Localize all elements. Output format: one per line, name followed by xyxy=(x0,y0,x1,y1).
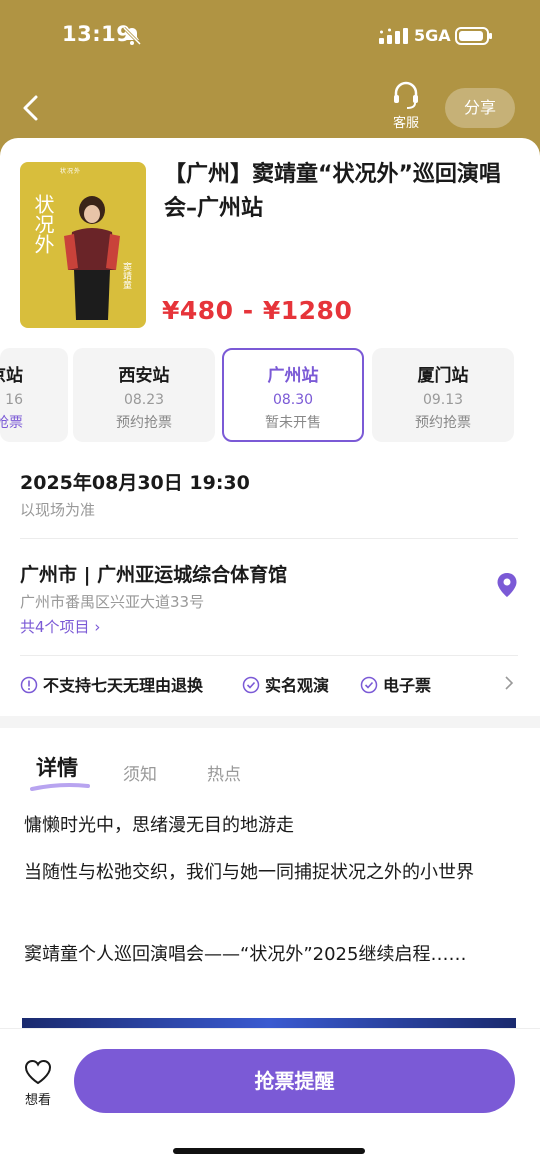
policy-label: 实名观演 xyxy=(265,676,330,695)
heart-outline-icon xyxy=(24,1059,52,1085)
check-circle-icon xyxy=(242,676,260,694)
share-button[interactable]: 分享 xyxy=(445,88,515,128)
divider xyxy=(20,538,518,539)
headset-icon xyxy=(394,81,418,109)
policy-label: 不支持七天无理由退换 xyxy=(43,676,204,695)
tab-hot[interactable]: 热点 xyxy=(207,760,241,785)
check-circle-icon xyxy=(360,676,378,694)
policy-label: 电子票 xyxy=(383,676,432,695)
station-status: 预约抢票 xyxy=(116,415,172,431)
station-item-selected[interactable]: 广州站 08.30 暂未开售 xyxy=(222,348,364,442)
customer-service-label: 客服 xyxy=(392,116,419,131)
station-item[interactable]: 京站 16 抢票 xyxy=(0,348,68,442)
poster-figure xyxy=(64,196,120,320)
station-date: 09.13 xyxy=(422,392,464,408)
home-indicator xyxy=(173,1148,365,1154)
policy-no-return: 不支持七天无理由退换 xyxy=(20,672,203,696)
detail-tabs: 详情 须知 热点 xyxy=(0,738,540,798)
status-time: 13:19 xyxy=(62,22,132,46)
station-selector: 京站 16 抢票 西安站 08.23 预约抢票 广州站 08.30 暂未开售 厦… xyxy=(0,348,540,442)
nav-bar: 客服 分享 xyxy=(0,78,540,138)
signal-icon xyxy=(379,28,408,44)
station-date: 16 xyxy=(5,392,23,408)
station-name: 厦门站 xyxy=(417,366,469,386)
event-datetime: 2025年08月30日 19:30 xyxy=(20,472,250,494)
station-name: 京站 xyxy=(0,366,23,386)
ticket-reminder-button[interactable]: 抢票提醒 xyxy=(74,1049,515,1113)
policy-row[interactable]: 不支持七天无理由退换 实名观演 电子票 xyxy=(20,672,520,698)
venue-projects-link[interactable]: 共4个项目 › xyxy=(20,616,100,637)
chevron-right-icon xyxy=(505,676,514,690)
bell-slash-icon xyxy=(122,26,142,46)
wish-label: 想看 xyxy=(24,1093,51,1108)
price-range: ¥480 - ¥1280 xyxy=(162,296,353,325)
tab-details[interactable]: 详情 xyxy=(36,752,78,782)
battery-icon xyxy=(455,27,492,45)
poster-artist: 窦靖童 xyxy=(121,262,131,289)
chevron-left-icon[interactable] xyxy=(20,94,42,122)
station-date: 08.30 xyxy=(272,392,314,408)
event-poster[interactable]: 状况外 状况外 窦靖童 xyxy=(20,162,146,328)
station-status: 暂未开售 xyxy=(265,415,321,431)
description-paragraph: 当随性与松弛交织，我们与她一同捕捉状况之外的小世界 xyxy=(24,862,474,883)
info-circle-icon xyxy=(20,676,38,694)
section-gap xyxy=(0,716,540,728)
bottom-action-bar: 想看 抢票提醒 xyxy=(0,1028,540,1165)
station-status: 抢票 xyxy=(0,415,23,431)
venue-name: 广州市 | 广州亚运城综合体育馆 xyxy=(20,564,288,586)
venue-projects-label: 共4个项目 xyxy=(20,618,90,636)
status-bar: 13:19 5GA xyxy=(0,0,540,70)
station-item[interactable]: 西安站 08.23 预约抢票 xyxy=(73,348,215,442)
policy-e-ticket: 电子票 xyxy=(360,672,431,696)
station-date: 08.23 xyxy=(123,392,165,408)
event-title: 【广州】窦靖童“状况外”巡回演唱会–广州站 xyxy=(164,162,501,221)
network-type: 5GA xyxy=(414,26,451,45)
event-card: 状况外 状况外 窦靖童 【广州】窦靖童“状况外”巡回演唱会–广州站 ¥480 -… xyxy=(0,138,540,1165)
location-pin-icon[interactable] xyxy=(496,572,518,598)
policy-real-name: 实名观演 xyxy=(242,672,329,696)
tab-active-indicator xyxy=(30,783,90,791)
tab-notice[interactable]: 须知 xyxy=(123,760,157,785)
poster-title: 状况外 xyxy=(31,194,55,254)
station-status: 预约抢票 xyxy=(415,415,471,431)
wish-button[interactable]: 想看 xyxy=(20,1059,56,1108)
poster-top-text: 状况外 xyxy=(60,168,82,175)
description-paragraph: 窦靖童个人巡回演唱会——“状况外”2025继续启程…… xyxy=(24,944,467,965)
description-paragraph: 慵懒时光中，思绪漫无目的地游走 xyxy=(24,815,294,836)
divider xyxy=(20,655,518,656)
station-name: 广州站 xyxy=(267,366,319,386)
station-item[interactable]: 厦门站 09.13 预约抢票 xyxy=(372,348,514,442)
venue-address: 广州市番禺区兴亚大道33号 xyxy=(20,593,205,611)
station-name: 西安站 xyxy=(118,366,170,386)
datetime-note: 以现场为准 xyxy=(20,501,96,519)
customer-service-button[interactable]: 客服 xyxy=(385,78,427,134)
